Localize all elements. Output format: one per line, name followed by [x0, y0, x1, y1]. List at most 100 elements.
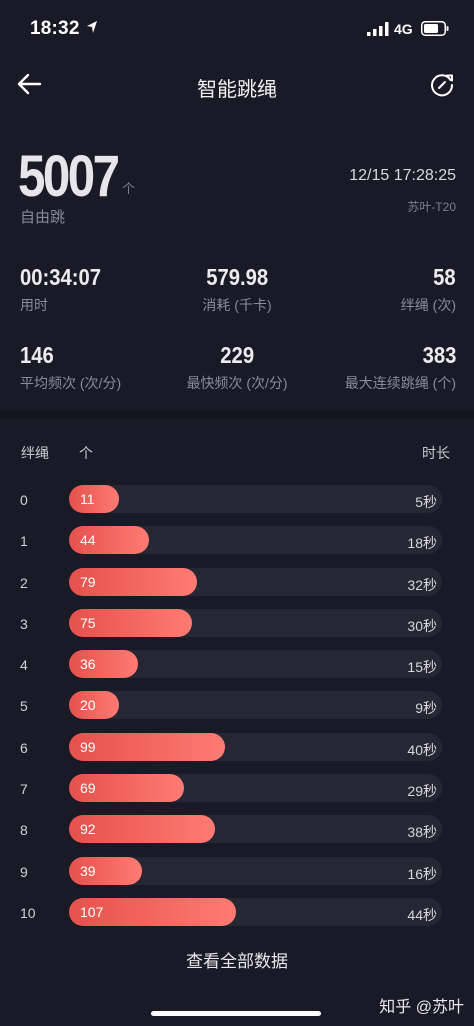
bar-fill: 20 — [69, 691, 119, 720]
bar-track: 107 — [69, 897, 442, 926]
watermark: 知乎 @苏叶 — [379, 999, 464, 1016]
row-duration: 5秒 — [415, 494, 437, 510]
bar-count-label: 92 — [80, 821, 96, 838]
count-unit: 个 — [122, 181, 136, 196]
page-title: 智能跳绳 — [197, 79, 277, 101]
table-row: 8 92 38秒 — [0, 814, 474, 855]
row-duration: 40秒 — [407, 741, 437, 758]
row-index: 1 — [20, 533, 28, 550]
row-index: 4 — [20, 657, 28, 674]
section-divider — [0, 410, 474, 418]
row-index: 7 — [20, 781, 28, 798]
bar-fill: 39 — [69, 856, 143, 885]
row-duration: 16秒 — [407, 865, 437, 882]
bar-track: 79 — [69, 567, 442, 596]
bar-track: 69 — [69, 774, 442, 803]
row-duration: 44秒 — [407, 906, 437, 923]
bar-fill: 92 — [69, 815, 216, 844]
stat-label: 最大连续跳绳 (个) — [344, 375, 456, 391]
stat-value: 00:34:07 — [20, 264, 102, 290]
table-row: 6 99 40秒 — [0, 732, 474, 773]
bar-track: 11 — [69, 485, 442, 513]
column-header-trip: 绊绳 — [21, 445, 49, 461]
nav-bar: 智能跳绳 — [0, 60, 474, 108]
bar-track: 36 — [69, 650, 442, 679]
table-header: 绊绳 个 时长 — [0, 440, 474, 464]
stat-value: 229 — [220, 342, 254, 368]
signal-bars-icon — [367, 22, 389, 36]
stat-label: 平均频次 (次/分) — [20, 375, 122, 391]
battery-icon — [421, 21, 449, 36]
bar-fill: 11 — [69, 485, 119, 513]
jump-mode: 自由跳 — [20, 209, 66, 226]
table-row: 1 44 18秒 — [0, 525, 474, 566]
stat-value: 146 — [20, 342, 54, 368]
stat-trips: 58 绊绳 (次) — [401, 264, 456, 315]
status-bar: 18:32 4G — [0, 0, 474, 60]
home-indicator — [151, 1011, 321, 1016]
bar-count-label: 107 — [80, 903, 104, 920]
stat-calories: 579.98 消耗 (千卡) — [157, 264, 317, 315]
table-row: 3 75 30秒 — [0, 608, 474, 649]
stat-value: 58 — [433, 264, 456, 290]
bar-fill: 107 — [69, 897, 236, 926]
bar-fill: 36 — [69, 650, 139, 679]
bar-fill: 99 — [69, 732, 225, 761]
stat-label: 绊绳 (次) — [400, 297, 456, 313]
bar-track: 99 — [69, 732, 442, 761]
bar-count-label: 99 — [80, 738, 96, 755]
row-duration: 9秒 — [415, 700, 437, 717]
bar-fill: 75 — [69, 608, 192, 637]
bar-fill: 44 — [69, 526, 150, 555]
bar-count-label: 20 — [80, 697, 96, 714]
row-index: 8 — [20, 822, 28, 839]
stat-max-rate: 229 最快频次 (次/分) — [157, 342, 317, 393]
column-header-count: 个 — [79, 445, 93, 461]
stat-label: 消耗 (千卡) — [202, 297, 272, 313]
session-datetime: 12/15 17:28:25 — [349, 167, 456, 184]
row-index: 2 — [20, 574, 28, 591]
row-duration: 15秒 — [407, 659, 437, 676]
bar-fill: 69 — [69, 774, 184, 803]
network-type: 4G — [394, 21, 413, 37]
bar-count-label: 44 — [80, 532, 96, 549]
stat-max-streak: 383 最大连续跳绳 (个) — [345, 342, 456, 393]
device-name: 苏叶-T20 — [407, 200, 456, 214]
table-row: 2 79 32秒 — [0, 567, 474, 608]
row-index: 3 — [20, 615, 28, 632]
bar-track: 39 — [69, 856, 442, 885]
bar-count-label: 75 — [80, 614, 96, 631]
table-row: 9 39 16秒 — [0, 856, 474, 897]
status-time: 18:32 — [30, 18, 80, 39]
row-index: 5 — [20, 698, 28, 715]
row-duration: 18秒 — [407, 535, 437, 552]
bar-count-label: 79 — [80, 573, 96, 590]
location-arrow-icon — [87, 21, 97, 33]
row-duration: 32秒 — [407, 576, 437, 593]
bar-track: 44 — [69, 526, 442, 555]
trip-segment-list: 0 11 5秒 1 44 18秒 2 79 32秒 3 75 30秒 4 36 15秒 5 20 9秒 6 99 40秒… — [0, 484, 474, 938]
bar-fill: 79 — [69, 567, 198, 596]
bar-count-label: 69 — [80, 780, 96, 797]
bar-track: 75 — [69, 608, 442, 637]
bar-track: 20 — [69, 691, 442, 720]
table-row: 7 69 29秒 — [0, 773, 474, 814]
table-row: 4 36 15秒 — [0, 649, 474, 690]
stat-value: 383 — [422, 342, 456, 368]
row-index: 10 — [20, 904, 36, 921]
view-all-data-button[interactable]: 查看全部数据 — [0, 947, 474, 972]
stat-avg-rate: 146 平均频次 (次/分) — [20, 342, 121, 393]
bar-track: 92 — [69, 815, 442, 844]
row-duration: 38秒 — [407, 824, 437, 841]
row-duration: 30秒 — [407, 617, 437, 634]
bar-count-label: 39 — [80, 862, 96, 879]
refresh-icon[interactable] — [428, 71, 456, 99]
total-jump-count: 5007 — [18, 144, 120, 209]
table-row: 10 107 44秒 — [0, 897, 474, 938]
row-index: 9 — [20, 863, 28, 880]
stat-label: 用时 — [20, 297, 48, 313]
column-header-duration: 时长 — [422, 445, 450, 461]
bar-count-label: 11 — [80, 491, 95, 507]
table-row: 5 20 9秒 — [0, 690, 474, 731]
bar-count-label: 36 — [80, 656, 96, 673]
